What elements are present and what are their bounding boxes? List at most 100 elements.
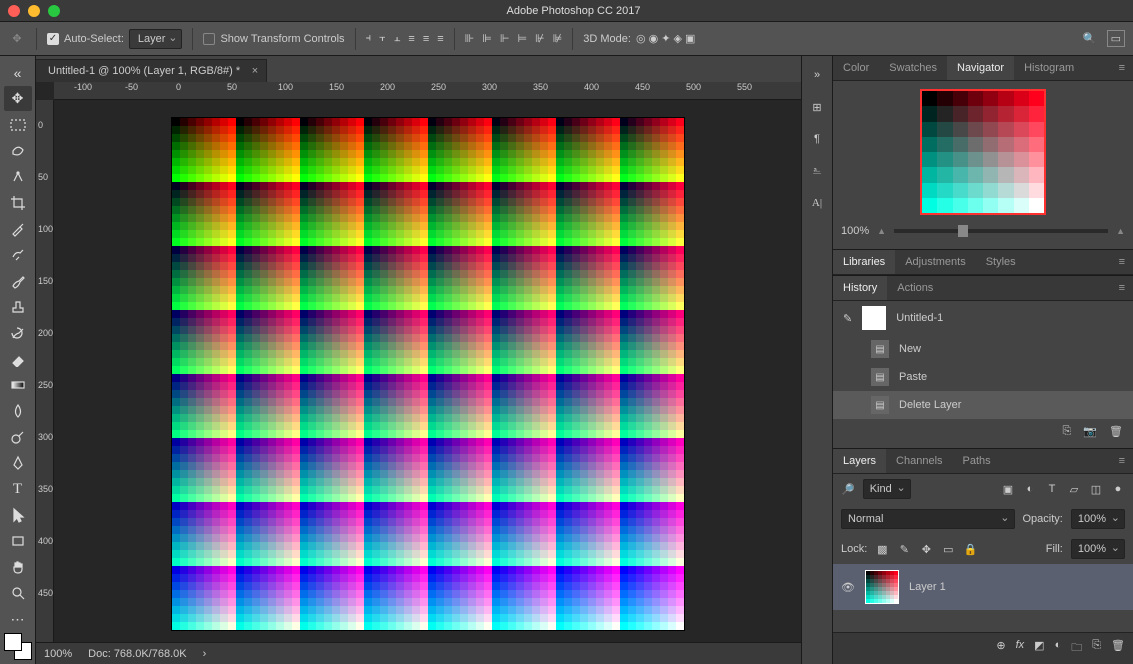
lasso-tool[interactable] <box>4 138 32 163</box>
history-state[interactable]: ▤New <box>833 335 1133 363</box>
tab-history[interactable]: History <box>833 276 887 300</box>
tool-options-icon[interactable]: ⋯ <box>4 607 32 632</box>
new-snapshot-from-state-icon[interactable]: ⎘ <box>1063 425 1072 438</box>
shape-tool[interactable] <box>4 529 32 554</box>
hand-tool[interactable] <box>4 555 32 580</box>
tab-styles[interactable]: Styles <box>976 250 1026 274</box>
glyphs-icon[interactable]: ⎁ <box>806 160 828 182</box>
layer-style-icon[interactable]: fx <box>1016 639 1025 658</box>
panel-menu-icon[interactable]: ≡ <box>1111 56 1133 80</box>
zoom-level[interactable]: 100% <box>44 648 72 660</box>
history-state[interactable]: ▤Delete Layer <box>833 391 1133 419</box>
visibility-icon[interactable]: 👁 <box>841 581 855 594</box>
tab-swatches[interactable]: Swatches <box>879 56 947 80</box>
panel-menu-icon[interactable]: ≡ <box>1111 449 1133 473</box>
collapse-icon[interactable]: « <box>4 60 32 85</box>
auto-select-checkbox[interactable]: ✓ <box>47 33 59 45</box>
history-state[interactable]: ▤Paste <box>833 363 1133 391</box>
gradient-tool[interactable] <box>4 373 32 398</box>
eraser-tool[interactable] <box>4 347 32 372</box>
image <box>172 118 684 630</box>
tab-navigator[interactable]: Navigator <box>947 56 1014 80</box>
stamp-tool[interactable] <box>4 294 32 319</box>
status-chevron-icon[interactable]: › <box>203 648 207 660</box>
navigator-thumbnail[interactable] <box>920 89 1046 215</box>
tab-libraries[interactable]: Libraries <box>833 250 895 274</box>
workspace-icon[interactable]: ▭ <box>1107 30 1125 47</box>
layer-thumb <box>865 570 899 604</box>
panel-icon-1[interactable]: ⊞ <box>806 96 828 118</box>
move-tool-icon[interactable]: ✥ <box>8 30 26 48</box>
layer-filter-kind[interactable]: Kind <box>863 479 911 499</box>
align-buttons[interactable]: ⫞⫟⫠≡≡≡ <box>366 32 444 45</box>
eyedropper-tool[interactable] <box>4 216 32 241</box>
trash-icon[interactable]: 🗑 <box>1109 425 1123 438</box>
marquee-tool[interactable] <box>4 112 32 137</box>
zoom-out-icon[interactable]: ▲ <box>877 226 886 236</box>
tab-actions[interactable]: Actions <box>887 276 943 300</box>
close-tab-icon[interactable]: × <box>252 65 258 77</box>
character-icon[interactable]: A| <box>806 192 828 214</box>
blend-mode-dropdown[interactable]: Normal <box>841 509 1015 529</box>
collapsed-panel-dock: » ⊞ ¶ ⎁ A| <box>801 56 833 664</box>
app-title: Adobe Photoshop CC 2017 <box>72 5 1125 17</box>
show-transform-checkbox[interactable] <box>203 33 215 45</box>
tab-histogram[interactable]: Histogram <box>1014 56 1084 80</box>
move-tool[interactable]: ✥ <box>4 86 32 111</box>
tab-paths[interactable]: Paths <box>953 449 1001 473</box>
fill-input[interactable]: 100% <box>1071 539 1125 559</box>
history-document-row[interactable]: ✎ Untitled-1 <box>833 301 1133 335</box>
crop-tool[interactable] <box>4 190 32 215</box>
path-select-tool[interactable] <box>4 503 32 528</box>
expand-dock-icon[interactable]: » <box>806 64 828 86</box>
tab-layers[interactable]: Layers <box>833 449 886 473</box>
nav-zoom-value[interactable]: 100% <box>841 225 869 237</box>
zoom-in-icon[interactable]: ▲ <box>1116 226 1125 236</box>
opacity-input[interactable]: 100% <box>1071 509 1125 529</box>
pen-tool[interactable] <box>4 451 32 476</box>
link-layers-icon[interactable]: ⊕ <box>996 639 1005 658</box>
tab-adjustments[interactable]: Adjustments <box>895 250 976 274</box>
auto-select-label: Auto-Select: <box>64 33 124 45</box>
zoom-slider[interactable] <box>894 229 1108 233</box>
type-tool[interactable]: T <box>4 477 32 502</box>
mode-3d-label: 3D Mode: <box>583 33 631 45</box>
snapshot-icon[interactable]: 📷 <box>1083 425 1097 438</box>
dodge-tool[interactable] <box>4 425 32 450</box>
window-close-icon[interactable] <box>8 5 20 17</box>
ruler-horizontal[interactable]: -100-50050100150200250300350400450500550 <box>54 82 801 100</box>
blur-tool[interactable] <box>4 399 32 424</box>
doc-size[interactable]: Doc: 768.0K/768.0K <box>88 648 186 660</box>
healing-tool[interactable] <box>4 242 32 267</box>
panel-menu-icon[interactable]: ≡ <box>1111 276 1133 300</box>
history-brush-source-icon[interactable]: ✎ <box>843 312 852 325</box>
delete-layer-icon[interactable]: 🗑 <box>1111 639 1125 658</box>
document-tab[interactable]: Untitled-1 @ 100% (Layer 1, RGB/8#) * × <box>36 59 267 82</box>
search-icon[interactable]: 🔍 <box>1083 32 1097 45</box>
distribute-buttons[interactable]: ⊪⊫⊩⊨⊮⊯ <box>465 32 563 45</box>
panel-menu-icon[interactable]: ≡ <box>1111 250 1133 274</box>
ruler-vertical[interactable]: 050100150200250300350400450 <box>36 100 54 642</box>
quick-select-tool[interactable] <box>4 164 32 189</box>
tools-panel: « ✥ T ⋯ <box>0 56 36 664</box>
layer-filter-icons[interactable]: ▣◐T▱◫● <box>1001 483 1125 496</box>
zoom-tool[interactable] <box>4 581 32 606</box>
paragraph-icon[interactable]: ¶ <box>806 128 828 150</box>
history-brush-tool[interactable] <box>4 320 32 345</box>
group-icon[interactable]: 🗀 <box>1071 639 1082 658</box>
layer-row[interactable]: 👁 Layer 1 <box>833 564 1133 610</box>
adjustment-layer-icon[interactable]: ◐ <box>1055 639 1062 658</box>
canvas-area[interactable] <box>54 100 801 642</box>
tab-color[interactable]: Color <box>833 56 879 80</box>
tab-channels[interactable]: Channels <box>886 449 952 473</box>
layer-name[interactable]: Layer 1 <box>909 581 946 593</box>
show-transform-label: Show Transform Controls <box>220 33 344 45</box>
brush-tool[interactable] <box>4 268 32 293</box>
auto-select-target-dropdown[interactable]: Layer <box>129 29 183 49</box>
window-max-icon[interactable] <box>48 5 60 17</box>
window-min-icon[interactable] <box>28 5 40 17</box>
new-layer-icon[interactable]: ⎘ <box>1092 639 1101 658</box>
lock-icons[interactable]: ▩✎✥▭🔒 <box>875 543 977 556</box>
layer-mask-icon[interactable]: ◩ <box>1034 639 1044 658</box>
color-swatches[interactable] <box>4 633 32 660</box>
